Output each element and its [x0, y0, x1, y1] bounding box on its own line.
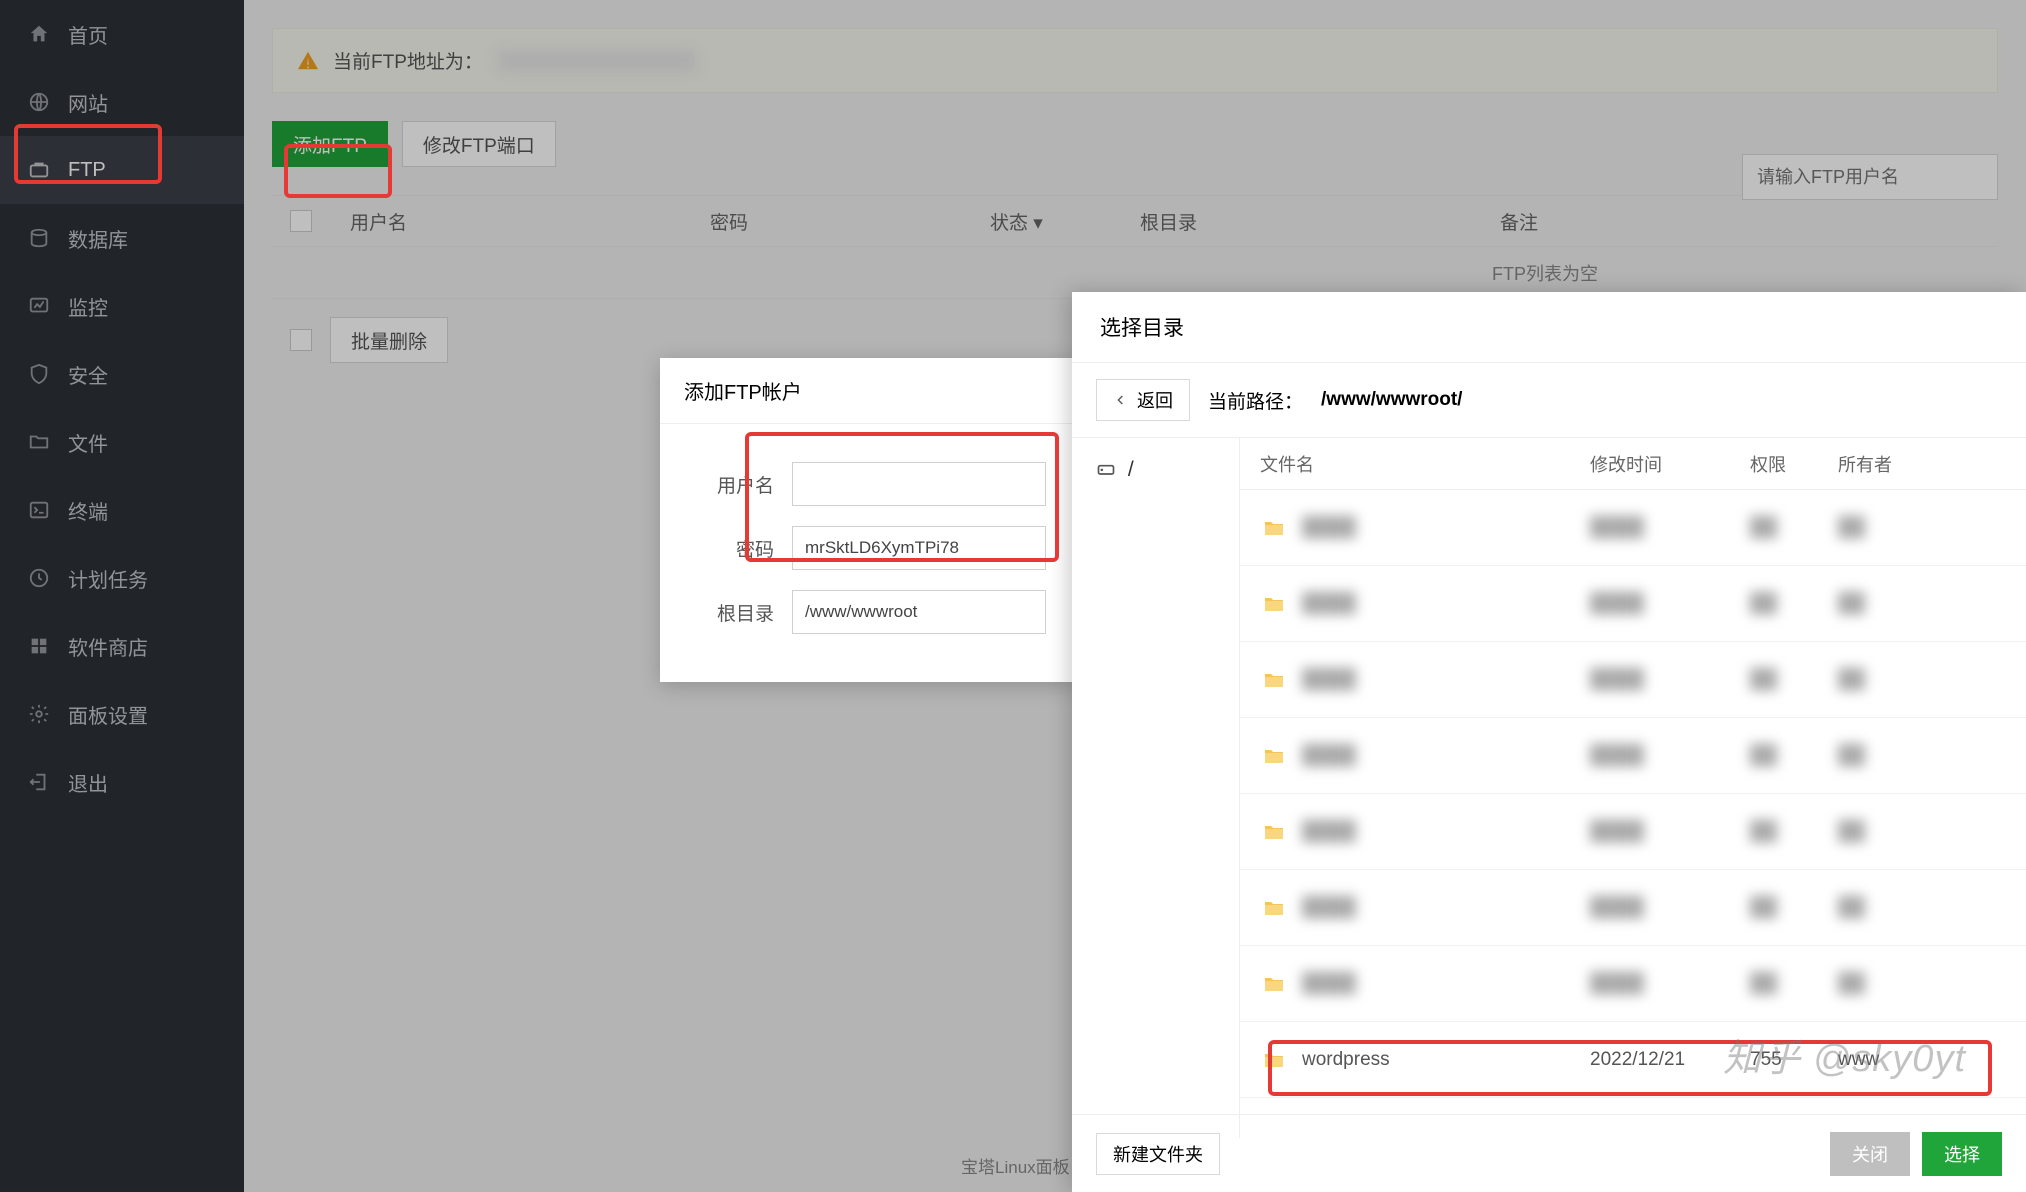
- password-label: 密码: [694, 535, 774, 562]
- col-owner: 所有者: [1838, 451, 1958, 477]
- file-list-header: 文件名 修改时间 权限 所有者: [1240, 438, 2026, 490]
- file-row[interactable]: ████████████: [1240, 642, 2026, 718]
- root-input[interactable]: [792, 590, 1046, 634]
- dir-picker-footer: 新建文件夹 关闭 选择: [1072, 1114, 2026, 1192]
- add-ftp-title: 添加FTP帐户: [660, 358, 1080, 424]
- file-row[interactable]: ████████████: [1240, 870, 2026, 946]
- file-listing: 文件名 修改时间 权限 所有者 ████████████████████████…: [1240, 438, 2026, 1138]
- form-row-root: 根目录: [694, 580, 1046, 644]
- file-row[interactable]: ████████████: [1240, 490, 2026, 566]
- disk-root-item[interactable]: /: [1096, 458, 1215, 482]
- disk-icon: [1096, 459, 1116, 479]
- back-button[interactable]: 返回: [1096, 379, 1190, 421]
- arrow-left-icon: [1113, 392, 1129, 408]
- username-input[interactable]: [792, 462, 1046, 506]
- col-mtime: 修改时间: [1590, 451, 1750, 477]
- current-path-value: /www/wwwroot/: [1321, 389, 1462, 411]
- username-label: 用户名: [694, 471, 774, 498]
- file-row[interactable]: ████████████: [1240, 794, 2026, 870]
- current-path-label: 当前路径：: [1208, 387, 1303, 414]
- col-perm: 权限: [1750, 451, 1838, 477]
- add-ftp-dialog: 添加FTP帐户 用户名 密码 根目录: [660, 358, 1080, 682]
- close-button[interactable]: 关闭: [1830, 1132, 1910, 1176]
- password-input[interactable]: [792, 526, 1046, 570]
- select-button[interactable]: 选择: [1922, 1132, 2002, 1176]
- directory-picker-dialog: 选择目录 返回 当前路径： /www/wwwroot/ / 文件名 修改时间 权…: [1072, 292, 2026, 1192]
- dir-picker-pathbar: 返回 当前路径： /www/wwwroot/: [1072, 363, 2026, 438]
- form-row-username: 用户名: [694, 452, 1046, 516]
- file-row[interactable]: ████████████: [1240, 566, 2026, 642]
- new-folder-button[interactable]: 新建文件夹: [1096, 1133, 1220, 1175]
- form-row-password: 密码: [694, 516, 1046, 580]
- disk-list: /: [1072, 438, 1240, 1138]
- root-label: 根目录: [694, 599, 774, 626]
- file-row[interactable]: ████████████: [1240, 718, 2026, 794]
- file-row[interactable]: ████████████: [1240, 946, 2026, 1022]
- col-filename: 文件名: [1260, 451, 1590, 477]
- dir-picker-title: 选择目录: [1072, 292, 2026, 363]
- file-row-wordpress[interactable]: wordpress2022/12/21755www: [1240, 1022, 2026, 1098]
